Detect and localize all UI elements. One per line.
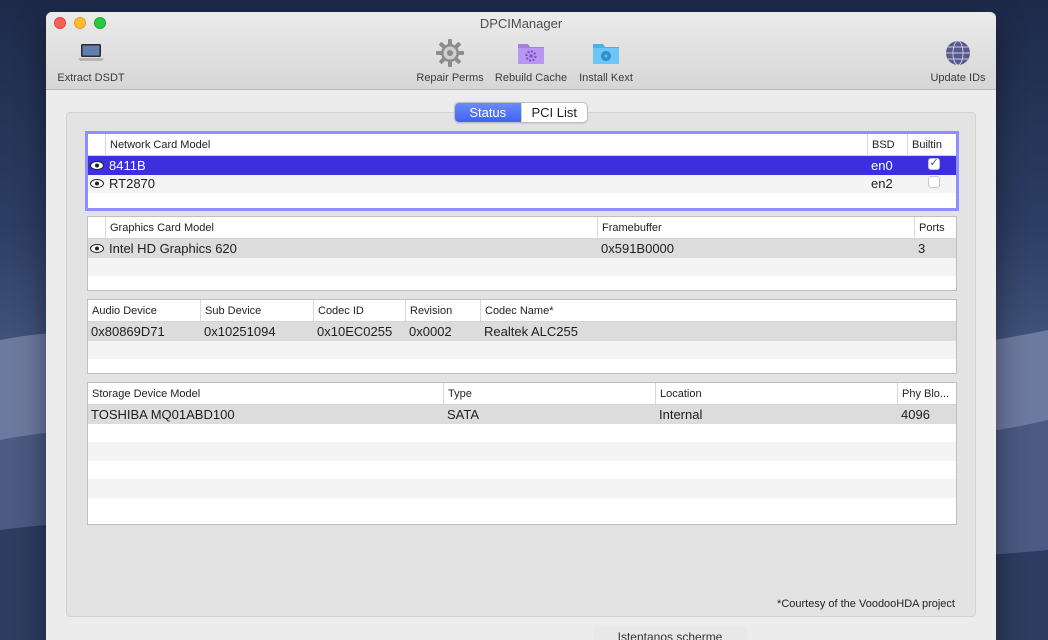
builtin-checkbox[interactable] bbox=[927, 157, 940, 170]
network-table-header: Network Card Model BSD Builtin bbox=[88, 134, 956, 156]
network-model-cell: 8411B bbox=[109, 157, 146, 173]
bsd-cell: en0 bbox=[871, 157, 893, 173]
col-framebuffer[interactable]: Framebuffer bbox=[598, 217, 915, 238]
tab-pci-list[interactable]: PCI List bbox=[520, 103, 588, 122]
graphics-table-header: Graphics Card Model Framebuffer Ports bbox=[88, 217, 956, 239]
audio-table-header: Audio Device Sub Device Codec ID Revisio… bbox=[88, 300, 956, 322]
update-ids-label: Update IDs bbox=[930, 72, 986, 84]
phy-block-cell: 4096 bbox=[901, 406, 930, 422]
col-audio-device[interactable]: Audio Device bbox=[88, 300, 201, 321]
ports-cell: 3 bbox=[918, 240, 926, 256]
footnote: *Courtesy of the VoodooHDA project bbox=[777, 598, 955, 610]
col-type[interactable]: Type bbox=[444, 383, 656, 404]
tab-status[interactable]: Status bbox=[455, 103, 521, 122]
storage-table-header: Storage Device Model Type Location Phy B… bbox=[88, 383, 956, 405]
install-kext-button[interactable]: Install Kext bbox=[576, 38, 636, 84]
folder-radiation-icon bbox=[593, 44, 619, 64]
dock-tooltip: Istentanos scherme bbox=[593, 627, 747, 640]
type-cell: SATA bbox=[447, 406, 480, 422]
network-model-cell: RT2870 bbox=[109, 176, 156, 192]
dpcimanager-window: DPCIManager Extract DSDT Repair Perms Re… bbox=[46, 12, 996, 640]
col-ports[interactable]: Ports bbox=[915, 217, 956, 238]
rebuild-cache-label: Rebuild Cache bbox=[494, 72, 568, 84]
location-cell: Internal bbox=[659, 406, 703, 422]
graphics-table[interactable]: Graphics Card Model Framebuffer Ports In… bbox=[87, 216, 957, 291]
codec-name-cell: Realtek ALC255 bbox=[484, 323, 578, 339]
col-revision[interactable]: Revision bbox=[406, 300, 481, 321]
revision-cell: 0x0002 bbox=[409, 323, 452, 339]
empty-row bbox=[88, 442, 956, 461]
view-switcher: Status PCI List bbox=[454, 102, 588, 123]
extract-dsdt-button[interactable]: Extract DSDT bbox=[54, 38, 128, 84]
empty-row bbox=[88, 479, 956, 498]
storage-table[interactable]: Storage Device Model Type Location Phy B… bbox=[87, 382, 957, 525]
update-ids-button[interactable]: Update IDs bbox=[926, 38, 990, 84]
col-builtin[interactable]: Builtin bbox=[908, 134, 956, 155]
bsd-cell: en2 bbox=[871, 176, 893, 192]
rebuild-cache-button[interactable]: Rebuild Cache bbox=[492, 38, 570, 84]
folder-gear-icon bbox=[518, 44, 544, 64]
globe-icon bbox=[946, 40, 970, 66]
col-phy-block[interactable]: Phy Blo... bbox=[898, 383, 956, 404]
col-codec-id[interactable]: Codec ID bbox=[314, 300, 406, 321]
col-codec-name[interactable]: Codec Name* bbox=[481, 300, 956, 321]
col-graphics-model[interactable]: Graphics Card Model bbox=[106, 217, 598, 238]
table-row[interactable]: RT2870 en2 bbox=[88, 174, 956, 193]
install-kext-label: Install Kext bbox=[579, 72, 633, 84]
audio-device-cell: 0x80869D71 bbox=[91, 323, 165, 339]
col-location[interactable]: Location bbox=[656, 383, 898, 404]
empty-row bbox=[88, 257, 956, 276]
builtin-checkbox[interactable] bbox=[927, 176, 940, 189]
eye-icon[interactable] bbox=[88, 243, 106, 253]
network-table[interactable]: Network Card Model BSD Builtin 8411B en0… bbox=[85, 131, 959, 211]
col-network-model[interactable]: Network Card Model bbox=[106, 134, 868, 155]
empty-row bbox=[88, 340, 956, 359]
graphics-model-cell: Intel HD Graphics 620 bbox=[109, 240, 237, 256]
eye-icon[interactable] bbox=[88, 160, 106, 170]
repair-perms-button[interactable]: Repair Perms bbox=[414, 38, 486, 84]
extract-dsdt-label: Extract DSDT bbox=[57, 72, 125, 84]
toolbar: DPCIManager Extract DSDT Repair Perms Re… bbox=[46, 12, 996, 90]
eye-icon[interactable] bbox=[88, 179, 106, 189]
window-title: DPCIManager bbox=[479, 16, 563, 31]
gear-icon bbox=[436, 39, 464, 67]
col-bsd[interactable]: BSD bbox=[868, 134, 908, 155]
empty-row bbox=[88, 461, 956, 480]
framebuffer-cell: 0x591B0000 bbox=[601, 240, 675, 256]
col-sub-device[interactable]: Sub Device bbox=[201, 300, 314, 321]
audio-table[interactable]: Audio Device Sub Device Codec ID Revisio… bbox=[87, 299, 957, 374]
status-panel: Network Card Model BSD Builtin 8411B en0… bbox=[66, 112, 976, 617]
table-row[interactable]: 8411B en0 bbox=[88, 156, 956, 175]
col-storage-model[interactable]: Storage Device Model bbox=[88, 383, 444, 404]
laptop-icon bbox=[78, 44, 104, 61]
sub-device-cell: 0x10251094 bbox=[204, 323, 276, 339]
storage-model-cell: TOSHIBA MQ01ABD100 bbox=[91, 406, 235, 422]
table-row[interactable]: 0x80869D71 0x10251094 0x10EC0255 0x0002 … bbox=[88, 322, 956, 341]
repair-perms-label: Repair Perms bbox=[416, 72, 484, 84]
table-row[interactable]: Intel HD Graphics 620 0x591B0000 3 bbox=[88, 239, 956, 258]
codec-id-cell: 0x10EC0255 bbox=[317, 323, 393, 339]
empty-row bbox=[88, 424, 956, 443]
table-row[interactable]: TOSHIBA MQ01ABD100 SATA Internal 4096 bbox=[88, 405, 956, 424]
empty-row bbox=[88, 498, 956, 517]
